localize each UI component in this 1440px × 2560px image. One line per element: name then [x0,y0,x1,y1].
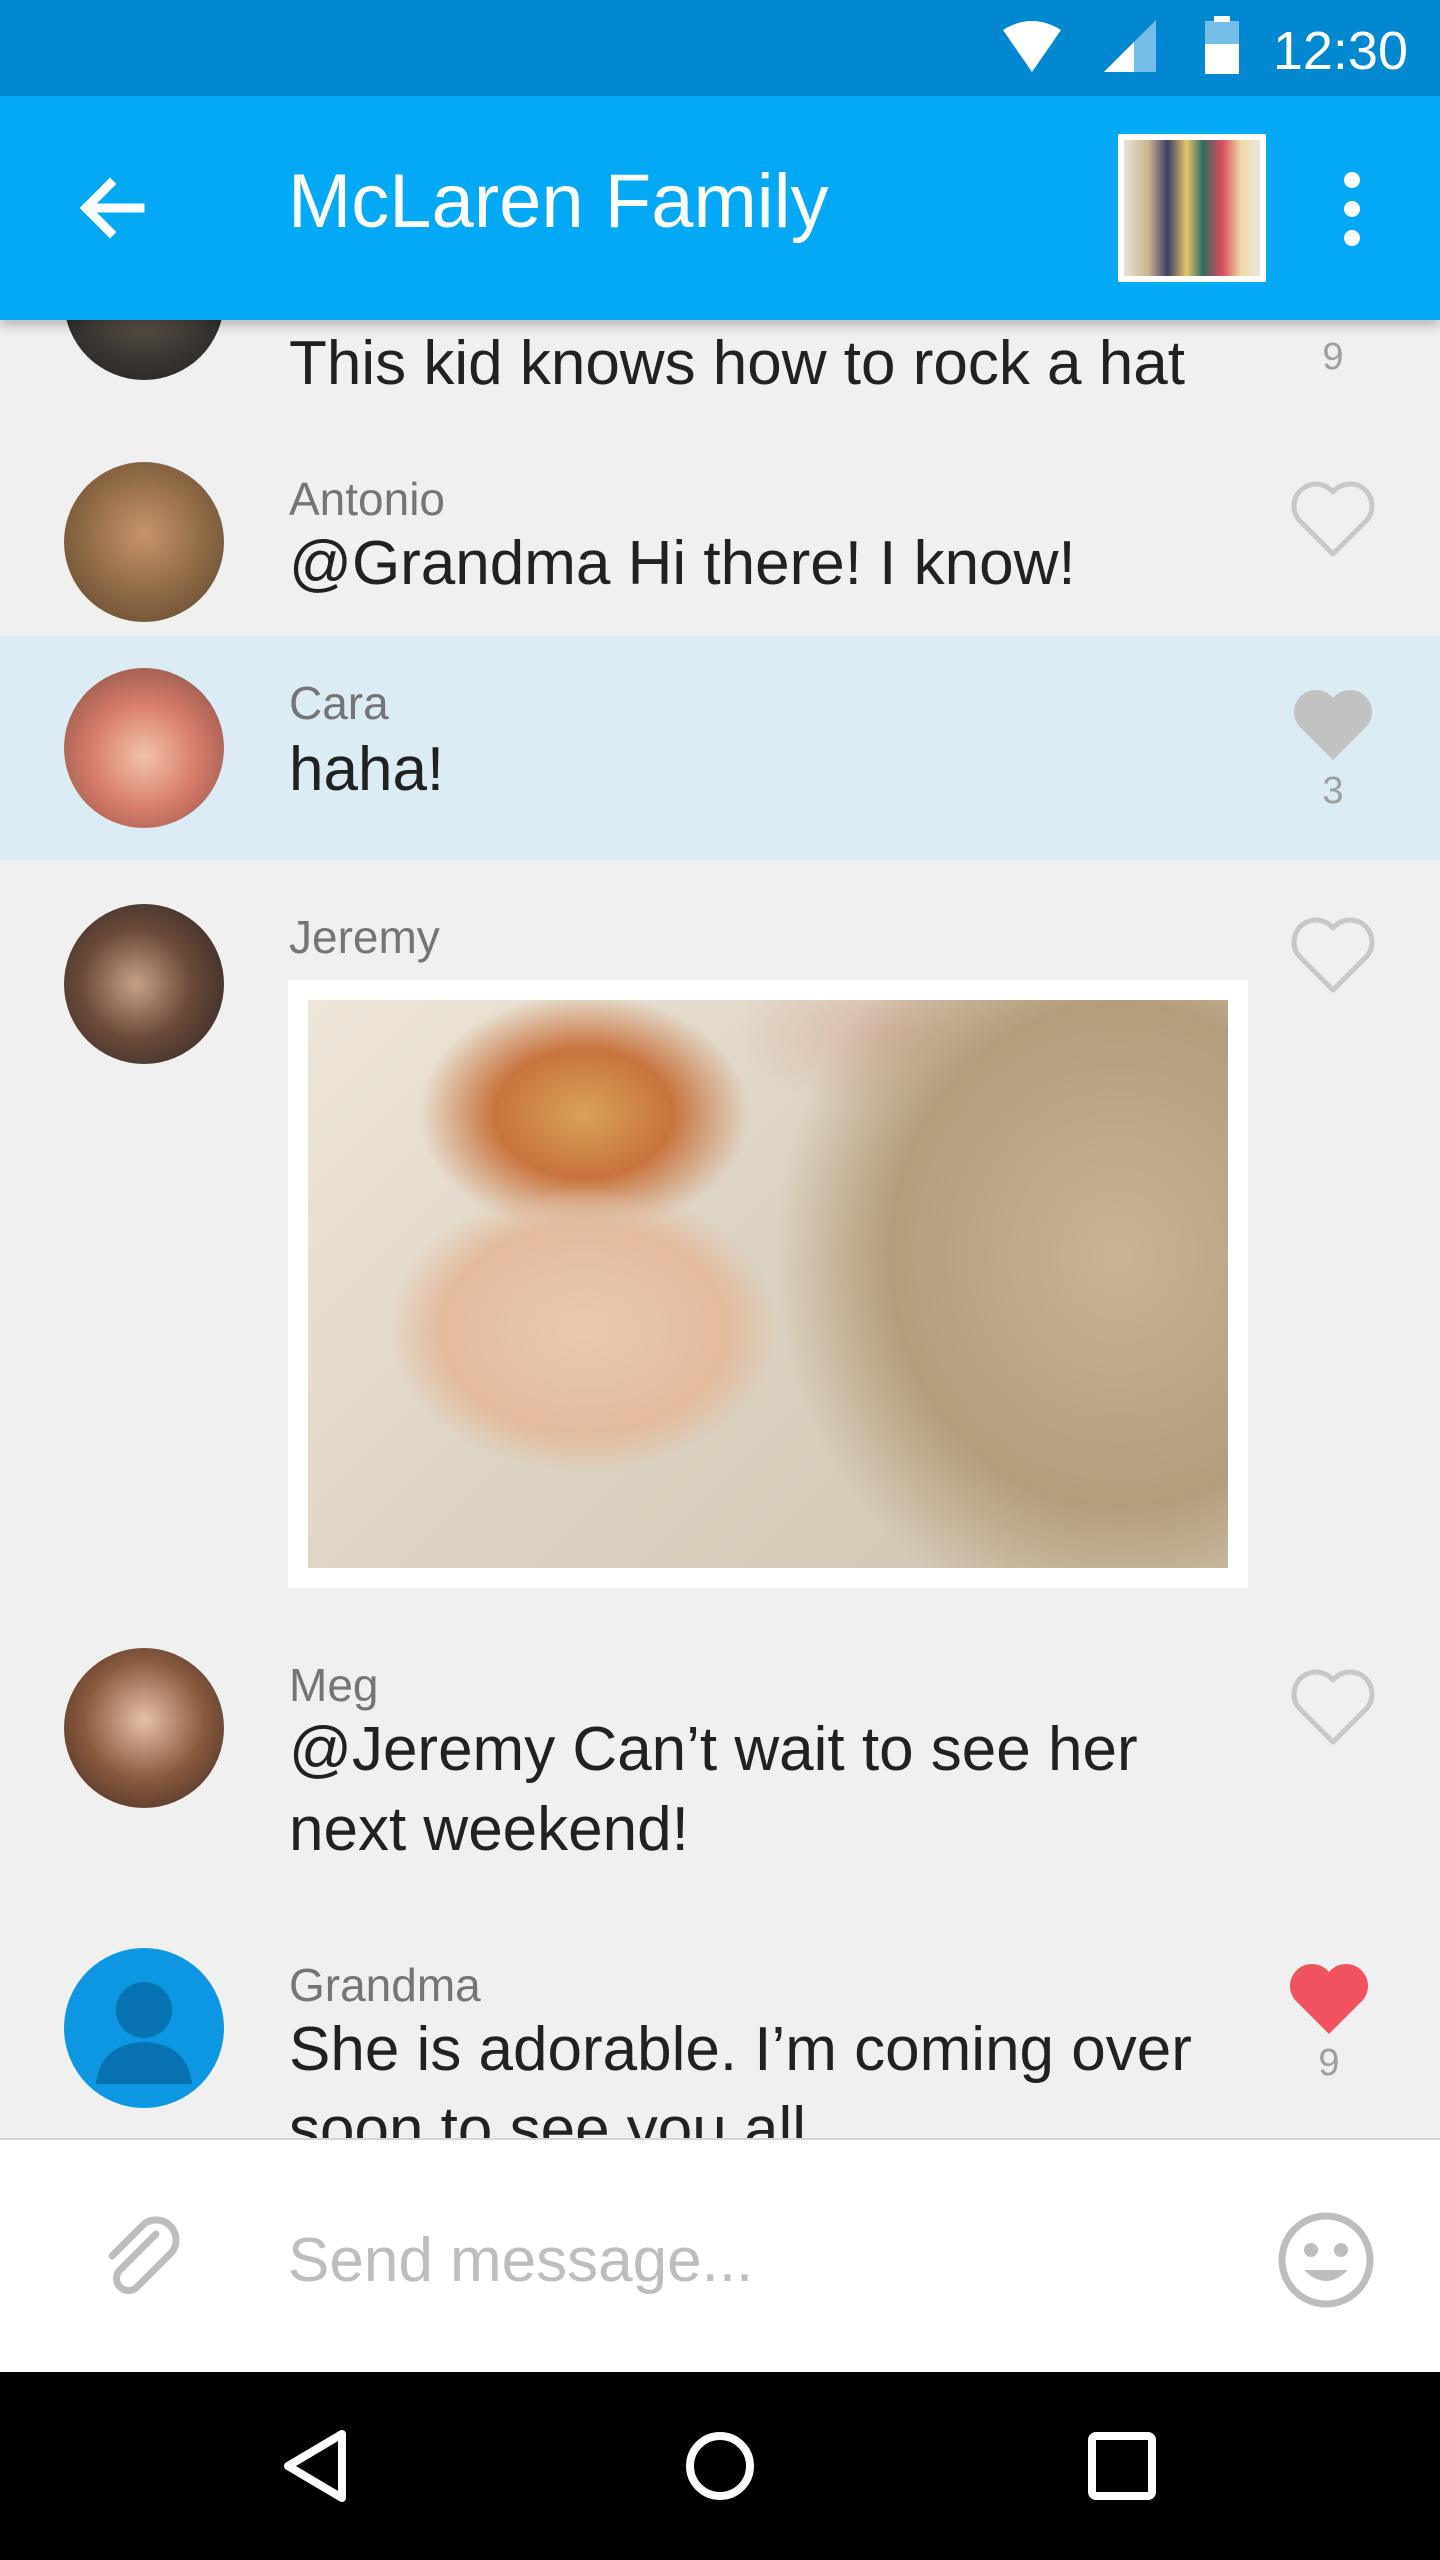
more-vert-icon[interactable] [1328,170,1376,248]
avatar [64,1948,224,2108]
message-item: Grandma She is adorable. I’m coming over… [0,1910,1440,2138]
avatar [64,904,224,1064]
group-photo-image [1124,140,1260,276]
nav-back-icon[interactable] [278,2426,358,2506]
system-nav-bar [0,2372,1440,2560]
status-time: 12:30 [1272,21,1408,81]
heart-icon[interactable] [1290,916,1376,994]
status-bar: 12:30 [0,0,1440,96]
like-count: 3 [1322,770,1344,812]
wifi-icon [1003,21,1061,72]
person-placeholder-icon [96,1982,192,2084]
sender-name: Meg [289,1659,379,1711]
message-item: Meg @Jeremy Can’t wait to see her next w… [0,1610,1440,1910]
nav-recents-icon[interactable] [1082,2426,1162,2506]
message-text: This kid knows how to rock a hat [289,329,1185,398]
like-count: 9 [1318,2042,1340,2084]
heart-icon[interactable] [1286,1960,1372,2038]
back-arrow-icon[interactable] [70,166,154,250]
baby-photo [308,1000,1228,1568]
photo-attachment[interactable] [288,980,1248,1588]
paperclip-icon[interactable] [96,2212,192,2308]
message-text: haha! [289,735,445,804]
message-text: @Jeremy Can’t wait to see her next weeke… [289,1715,1138,1864]
chat-title: McLaren Family [288,159,829,244]
avatar [64,668,224,828]
heart-icon[interactable] [1290,686,1376,764]
message-list[interactable]: This kid knows how to rock a hat 9 Anton… [0,320,1440,2138]
message-item: Cara haha! 3 [0,636,1440,860]
message-text: @Grandma Hi there! I know! [289,529,1076,598]
avatar [64,1648,224,1808]
app-bar: McLaren Family [0,96,1440,320]
sender-name: Antonio [289,473,446,525]
sender-name: Grandma [289,1959,481,2011]
message-item: This kid knows how to rock a hat 9 [0,320,1440,430]
sender-name: Cara [289,677,389,729]
nav-home-icon[interactable] [680,2426,760,2506]
message-item: Antonio @Grandma Hi there! I know! [0,438,1440,638]
message-item: Jeremy [0,860,1440,1600]
message-text: She is adorable. I’m coming over soon to… [289,2015,1192,2138]
avatar [64,462,224,622]
message-composer [0,2138,1440,2372]
battery-icon [1205,16,1239,74]
message-input[interactable] [288,2212,1188,2308]
sender-name: Jeremy [289,911,440,963]
like-count: 9 [1322,336,1344,378]
emoji-icon[interactable] [1276,2210,1376,2310]
heart-icon[interactable] [1290,480,1376,558]
group-avatar[interactable] [1118,134,1266,282]
avatar [64,320,224,380]
heart-icon[interactable] [1290,1668,1376,1746]
cell-signal-icon [1104,20,1156,72]
